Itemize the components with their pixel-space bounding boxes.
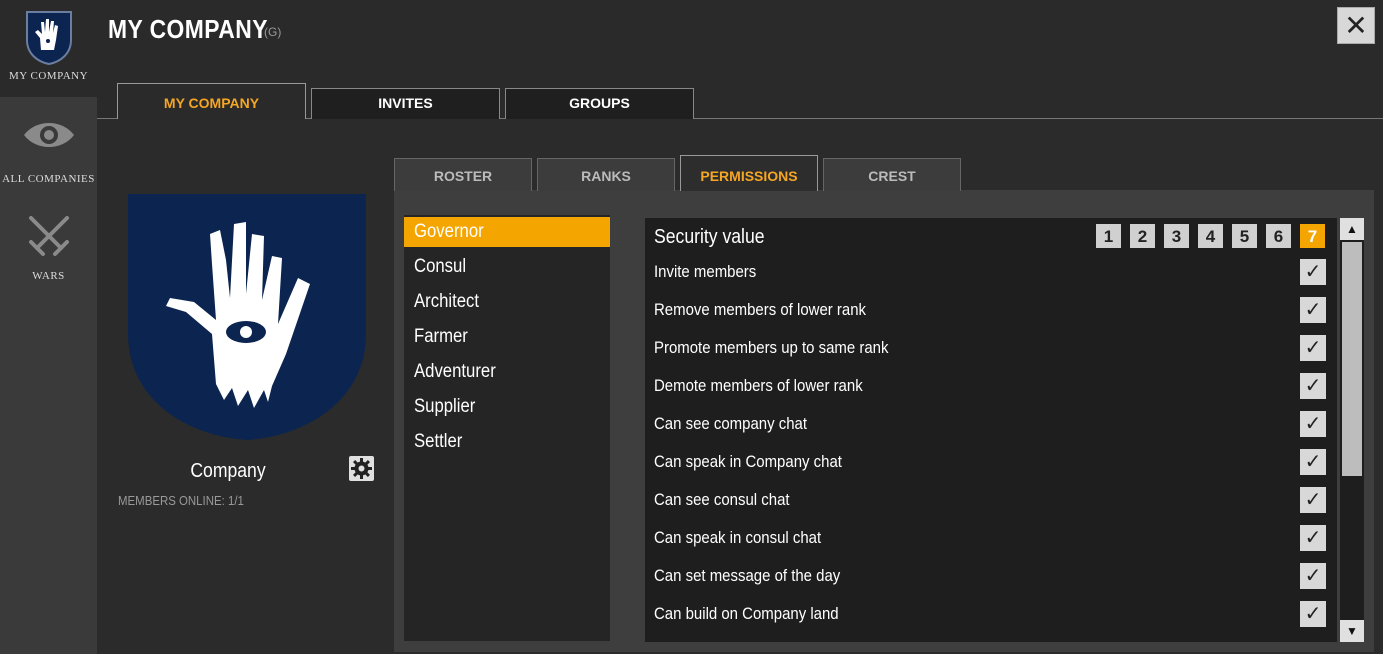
permission-checkbox[interactable]: ✓ <box>1300 335 1326 361</box>
settings-button[interactable] <box>349 456 374 481</box>
permission-row: Can speak in consul chat ✓ <box>645 520 1337 558</box>
ranks-list: Governor Consul Architect Farmer Adventu… <box>404 215 610 641</box>
subtab-roster[interactable]: ROSTER <box>394 158 532 191</box>
left-nav: MY COMPANY ALL COMPANIES WARS <box>0 0 97 654</box>
permission-checkbox[interactable]: ✓ <box>1300 411 1326 437</box>
rank-label: Farmer <box>414 326 468 347</box>
permission-row: Can see company chat ✓ <box>645 406 1337 444</box>
eye-icon <box>23 123 74 147</box>
security-value-6[interactable]: 6 <box>1266 224 1291 248</box>
hotkey-hint: (G) <box>264 25 282 39</box>
permission-label: Can set message of the day <box>654 566 841 585</box>
security-value-4[interactable]: 4 <box>1198 224 1223 248</box>
gear-icon <box>351 458 372 479</box>
rank-label: Settler <box>414 431 463 452</box>
company-name: Company <box>190 460 266 482</box>
permission-checkbox[interactable]: ✓ <box>1300 563 1326 589</box>
rank-item-consul[interactable]: Consul <box>404 252 610 282</box>
nav-label-my-company: MY COMPANY <box>8 70 89 82</box>
permission-row: Can build on Company land ✓ <box>645 596 1337 634</box>
rank-item-supplier[interactable]: Supplier <box>404 392 610 422</box>
permission-label: Can see consul chat <box>654 490 790 509</box>
permission-row: Remove members of lower rank ✓ <box>645 292 1337 330</box>
security-value-3[interactable]: 3 <box>1164 224 1189 248</box>
permission-label: Can speak in consul chat <box>654 528 822 547</box>
scroll-up-button[interactable]: ▲ <box>1340 218 1364 240</box>
subtab-permissions[interactable]: PERMISSIONS <box>680 155 818 191</box>
rank-label: Architect <box>414 291 480 312</box>
permission-checkbox[interactable]: ✓ <box>1300 525 1326 551</box>
permission-label: Remove members of lower rank <box>654 300 867 319</box>
permission-label: Promote members up to same rank <box>654 338 889 357</box>
page-title: MY COMPANY <box>108 14 268 44</box>
permission-checkbox[interactable]: ✓ <box>1300 259 1326 285</box>
tab-invites[interactable]: INVITES <box>311 88 500 119</box>
rank-label: Consul <box>414 256 467 277</box>
hand-crest-icon <box>25 11 72 66</box>
permission-checkbox[interactable]: ✓ <box>1300 373 1326 399</box>
close-button[interactable]: ✕ <box>1337 7 1375 44</box>
permission-row: Can see consul chat ✓ <box>645 482 1337 520</box>
members-online: MEMBERS ONLINE: 1/1 <box>118 493 244 508</box>
tab-groups[interactable]: GROUPS <box>505 88 694 119</box>
rank-label: Adventurer <box>414 361 496 382</box>
permission-checkbox[interactable]: ✓ <box>1300 601 1326 627</box>
rank-item-settler[interactable]: Settler <box>404 427 610 457</box>
security-value-2[interactable]: 2 <box>1130 224 1155 248</box>
nav-item-all-companies[interactable]: ALL COMPANIES <box>0 115 97 185</box>
nav-item-wars[interactable]: WARS <box>0 212 97 282</box>
nav-item-my-company[interactable]: MY COMPANY <box>0 0 97 97</box>
permission-label: Can speak in Company chat <box>654 452 842 471</box>
rank-item-architect[interactable]: Architect <box>404 287 610 317</box>
security-value-5[interactable]: 5 <box>1232 224 1257 248</box>
security-value-label: Security value <box>654 226 765 248</box>
permission-label: Demote members of lower rank <box>654 376 863 395</box>
permission-checkbox[interactable]: ✓ <box>1300 297 1326 323</box>
subtab-ranks[interactable]: RANKS <box>537 158 675 191</box>
permissions-list: Security value 1 2 3 4 5 6 7 Invite memb… <box>645 218 1337 642</box>
scroll-down-button[interactable]: ▼ <box>1340 620 1364 642</box>
company-crest <box>128 194 366 440</box>
rank-item-governor[interactable]: Governor <box>404 217 610 247</box>
rank-label: Supplier <box>414 396 476 417</box>
rank-item-farmer[interactable]: Farmer <box>404 322 610 352</box>
security-value-7[interactable]: 7 <box>1300 224 1325 248</box>
permission-label: Can see company chat <box>654 414 808 433</box>
permission-checkbox[interactable]: ✓ <box>1300 449 1326 475</box>
nav-label-wars: WARS <box>32 270 65 282</box>
crossed-swords-icon <box>28 216 69 256</box>
rank-item-adventurer[interactable]: Adventurer <box>404 357 610 387</box>
permission-row: Promote members up to same rank ✓ <box>645 330 1337 368</box>
permission-checkbox[interactable]: ✓ <box>1300 487 1326 513</box>
nav-label-all-companies: ALL COMPANIES <box>2 173 95 185</box>
permission-label: Invite members <box>654 262 757 281</box>
permission-row: Demote members of lower rank ✓ <box>645 368 1337 406</box>
permission-row: Can speak in Company chat ✓ <box>645 444 1337 482</box>
security-value-1[interactable]: 1 <box>1096 224 1121 248</box>
rank-label: Governor <box>414 221 484 242</box>
tab-my-company[interactable]: MY COMPANY <box>117 83 306 119</box>
permission-label: Can build on Company land <box>654 604 839 623</box>
permission-row: Can set message of the day ✓ <box>645 558 1337 596</box>
subtab-crest[interactable]: CREST <box>823 158 961 191</box>
scrollbar-thumb[interactable] <box>1342 242 1362 476</box>
permission-row: Invite members ✓ <box>645 254 1337 292</box>
